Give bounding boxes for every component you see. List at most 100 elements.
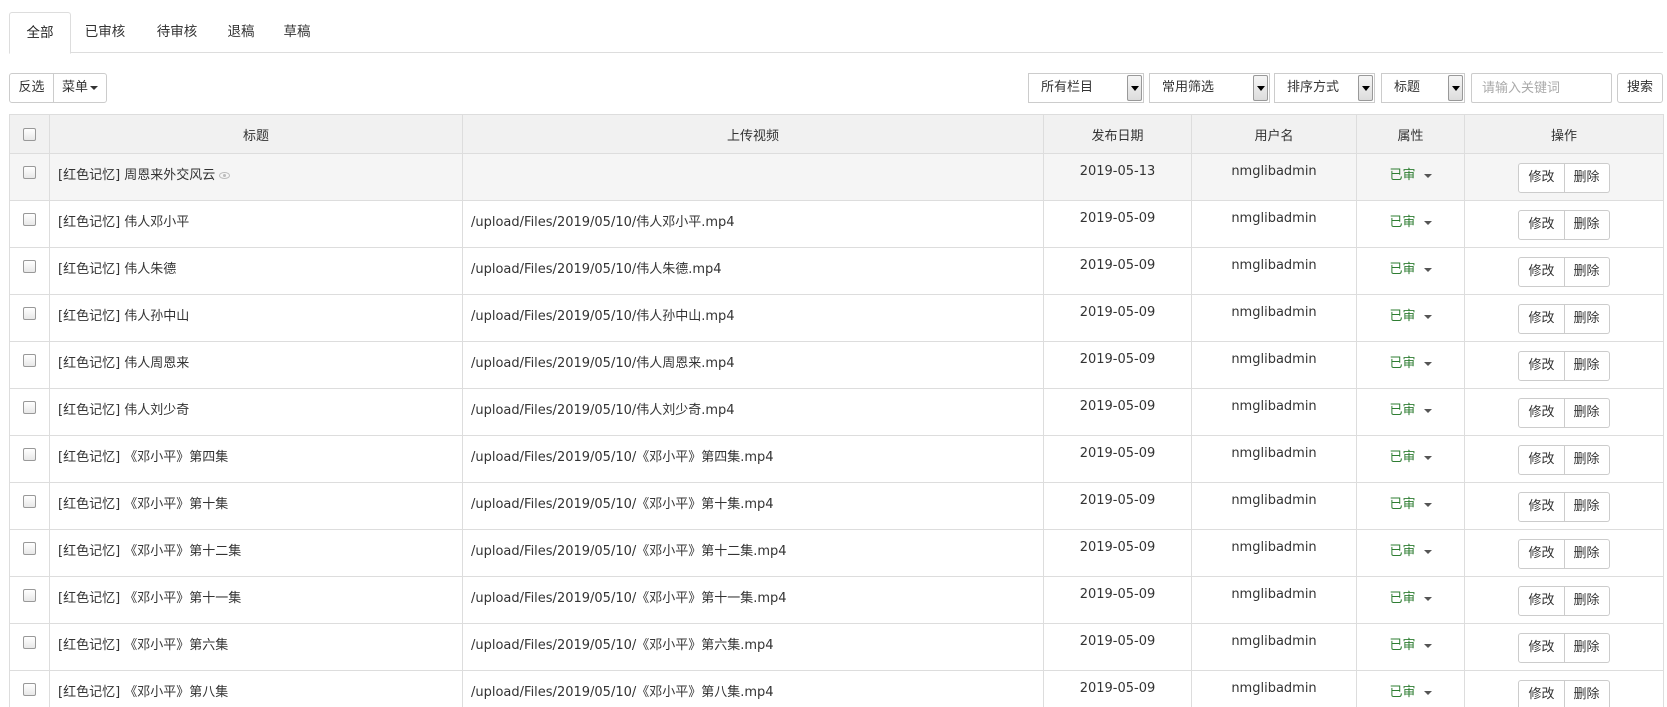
edit-button[interactable]: 修改 — [1518, 492, 1565, 522]
delete-button[interactable]: 删除 — [1564, 210, 1610, 240]
title-cell: [红色记忆] 《邓小平》第十集 — [49, 482, 463, 530]
edit-button[interactable]: 修改 — [1518, 633, 1565, 663]
row-title[interactable]: [红色记忆] 《邓小平》第八集 — [58, 685, 228, 700]
username: nmglibadmin — [1191, 482, 1357, 530]
delete-button[interactable]: 删除 — [1564, 586, 1610, 616]
delete-button[interactable]: 删除 — [1564, 351, 1610, 381]
delete-button[interactable]: 删除 — [1564, 304, 1610, 334]
actions-cell: 修改 删除 — [1464, 482, 1664, 530]
row-checkbox[interactable] — [23, 636, 36, 649]
tab-drafts[interactable]: 草稿 — [273, 12, 321, 53]
status-dropdown[interactable]: 已审 — [1389, 309, 1432, 324]
tab-all[interactable]: 全部 — [9, 12, 71, 54]
row-title[interactable]: [红色记忆] 《邓小平》第十集 — [58, 497, 228, 512]
row-select-cell — [9, 341, 50, 389]
row-title[interactable]: [红色记忆] 伟人周恩来 — [58, 356, 189, 371]
row-checkbox[interactable] — [23, 166, 36, 179]
caret-down-icon — [1423, 220, 1432, 225]
row-checkbox[interactable] — [23, 401, 36, 414]
status-dropdown[interactable]: 已审 — [1389, 403, 1432, 418]
publish-date: 2019-05-09 — [1043, 529, 1192, 577]
edit-button[interactable]: 修改 — [1518, 304, 1565, 334]
table-row: [红色记忆] 《邓小平》第六集 /upload/Files/2019/05/10… — [9, 623, 1664, 671]
row-title[interactable]: [红色记忆] 伟人刘少奇 — [58, 403, 189, 418]
delete-button[interactable]: 删除 — [1564, 445, 1610, 475]
status-label: 已审 — [1389, 450, 1416, 465]
actions-cell: 修改 删除 — [1464, 388, 1664, 436]
edit-button[interactable]: 修改 — [1518, 398, 1565, 428]
row-title[interactable]: [红色记忆] 周恩来外交风云 — [58, 168, 215, 183]
attribute-cell: 已审 — [1356, 576, 1465, 624]
invert-selection-button[interactable]: 反选 — [9, 73, 54, 103]
delete-button[interactable]: 删除 — [1564, 398, 1610, 428]
filter-select[interactable]: 常用筛选 — [1149, 73, 1270, 103]
status-dropdown[interactable]: 已审 — [1389, 215, 1432, 230]
row-title[interactable]: [红色记忆] 《邓小平》第十一集 — [58, 591, 241, 606]
status-dropdown[interactable]: 已审 — [1389, 497, 1432, 512]
caret-down-icon — [1423, 643, 1432, 648]
caret-down-icon — [1423, 173, 1432, 178]
search-field-select[interactable]: 标题 — [1381, 73, 1465, 103]
column-select[interactable]: 所有栏目 — [1028, 73, 1144, 103]
edit-button[interactable]: 修改 — [1518, 539, 1565, 569]
row-checkbox[interactable] — [23, 307, 36, 320]
row-title[interactable]: [红色记忆] 伟人邓小平 — [58, 215, 189, 230]
search-input[interactable] — [1471, 73, 1612, 103]
row-checkbox[interactable] — [23, 448, 36, 461]
delete-button[interactable]: 删除 — [1564, 633, 1610, 663]
tab-pending[interactable]: 待审核 — [145, 12, 209, 53]
row-checkbox[interactable] — [23, 683, 36, 696]
edit-button[interactable]: 修改 — [1518, 351, 1565, 381]
content-table: 标题 上传视频 发布日期 用户名 属性 操作 [红色记忆] 周恩来外交风云 20… — [9, 114, 1664, 707]
publish-date: 2019-05-09 — [1043, 623, 1192, 671]
edit-button[interactable]: 修改 — [1518, 586, 1565, 616]
row-title[interactable]: [红色记忆] 伟人朱德 — [58, 262, 176, 277]
edit-button[interactable]: 修改 — [1518, 210, 1565, 240]
caret-down-icon — [1423, 596, 1432, 601]
status-dropdown[interactable]: 已审 — [1389, 262, 1432, 277]
row-checkbox[interactable] — [23, 542, 36, 555]
status-dropdown[interactable]: 已审 — [1389, 638, 1432, 653]
status-dropdown[interactable]: 已审 — [1389, 356, 1432, 371]
video-path: /upload/Files/2019/05/10/《邓小平》第十一集.mp4 — [462, 576, 1044, 624]
status-dropdown[interactable]: 已审 — [1389, 450, 1432, 465]
tab-approved[interactable]: 已审核 — [73, 12, 137, 53]
header-video: 上传视频 — [462, 114, 1044, 154]
actions-cell: 修改 删除 — [1464, 294, 1664, 342]
delete-button[interactable]: 删除 — [1564, 680, 1610, 707]
status-dropdown[interactable]: 已审 — [1389, 591, 1432, 606]
row-title[interactable]: [红色记忆] 伟人孙中山 — [58, 309, 189, 324]
row-checkbox[interactable] — [23, 495, 36, 508]
video-path: /upload/Files/2019/05/10/《邓小平》第八集.mp4 — [462, 670, 1044, 707]
tab-rejected[interactable]: 退稿 — [217, 12, 265, 53]
row-title[interactable]: [红色记忆] 《邓小平》第四集 — [58, 450, 228, 465]
row-select-cell — [9, 670, 50, 707]
row-select-cell — [9, 200, 50, 248]
edit-button[interactable]: 修改 — [1518, 445, 1565, 475]
sort-select[interactable]: 排序方式 — [1274, 73, 1375, 103]
attribute-cell: 已审 — [1356, 623, 1465, 671]
edit-button[interactable]: 修改 — [1518, 680, 1565, 707]
delete-button[interactable]: 删除 — [1564, 539, 1610, 569]
status-dropdown[interactable]: 已审 — [1389, 168, 1432, 183]
select-all-checkbox[interactable] — [23, 128, 36, 141]
delete-button[interactable]: 删除 — [1564, 492, 1610, 522]
row-checkbox[interactable] — [23, 260, 36, 273]
edit-button[interactable]: 修改 — [1518, 163, 1565, 193]
row-checkbox[interactable] — [23, 589, 36, 602]
row-checkbox[interactable] — [23, 213, 36, 226]
row-select-cell — [9, 153, 50, 201]
attribute-cell: 已审 — [1356, 670, 1465, 707]
row-title[interactable]: [红色记忆] 《邓小平》第六集 — [58, 638, 228, 653]
delete-button[interactable]: 删除 — [1564, 257, 1610, 287]
menu-button[interactable]: 菜单 — [53, 73, 107, 103]
search-button[interactable]: 搜索 — [1617, 73, 1663, 103]
row-checkbox[interactable] — [23, 354, 36, 367]
status-label: 已审 — [1389, 685, 1416, 700]
status-dropdown[interactable]: 已审 — [1389, 685, 1432, 700]
row-title[interactable]: [红色记忆] 《邓小平》第十二集 — [58, 544, 241, 559]
status-dropdown[interactable]: 已审 — [1389, 544, 1432, 559]
edit-button[interactable]: 修改 — [1518, 257, 1565, 287]
row-select-cell — [9, 576, 50, 624]
delete-button[interactable]: 删除 — [1564, 163, 1610, 193]
